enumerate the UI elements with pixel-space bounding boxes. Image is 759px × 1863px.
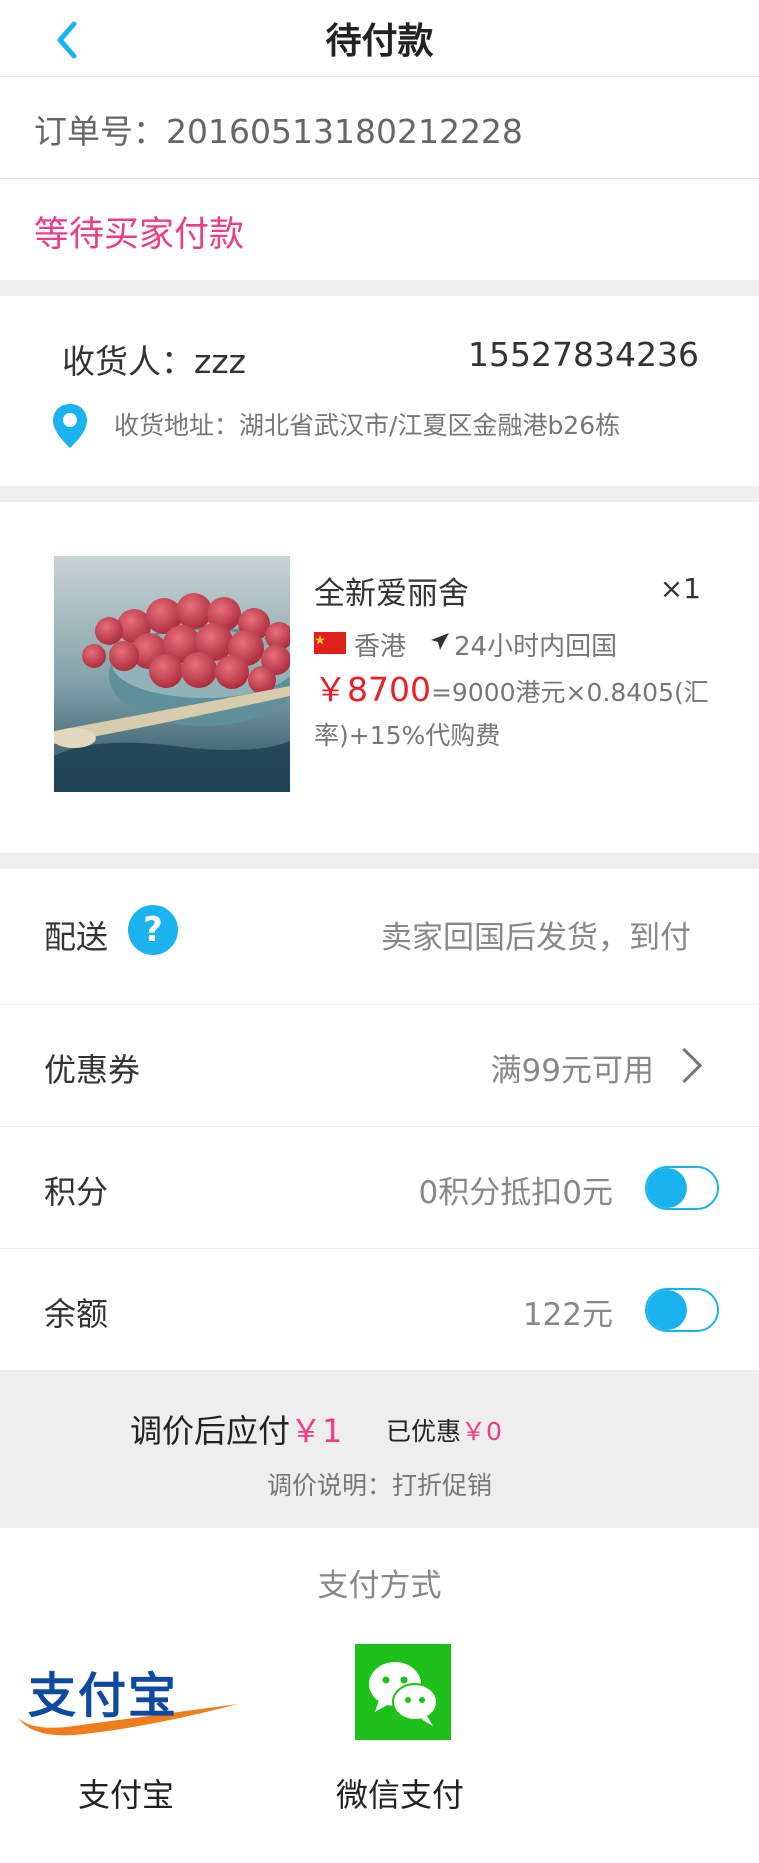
header: 待付款: [0, 0, 759, 77]
adjusted-price-panel: 调价后应付￥1 已优惠￥0 调价说明：打折促销: [0, 1370, 759, 1528]
price-currency: ￥: [314, 670, 347, 709]
coupon-value: 满99元可用: [490, 1053, 654, 1089]
points-label: 积分: [44, 1173, 109, 1211]
balance-toggle[interactable]: [645, 1288, 719, 1332]
product-name: 全新爱丽舍: [314, 576, 469, 612]
address-label: 收货地址：: [114, 411, 240, 440]
points-value: 0积分抵扣0元: [418, 1175, 613, 1211]
product-region: 香港: [354, 632, 407, 662]
divider: [0, 280, 759, 296]
discount-amount: ￥0: [461, 1417, 502, 1446]
address-card[interactable]: [0, 296, 759, 486]
location-pin-icon: [50, 402, 90, 450]
adjusted-price: ￥1: [290, 1412, 343, 1450]
points-toggle[interactable]: [645, 1166, 719, 1210]
divider: [0, 853, 759, 869]
recipient-phone: 15527834236: [468, 335, 699, 374]
balance-label: 余额: [44, 1295, 109, 1333]
toggle-knob: [647, 1290, 687, 1330]
recipient-label: 收货人：: [62, 342, 194, 381]
recipient-name: zzz: [194, 342, 246, 381]
order-number-label: 订单号：: [34, 112, 166, 151]
toggle-knob: [647, 1168, 687, 1208]
airplane-icon: [428, 630, 452, 654]
page-title: 待付款: [325, 21, 434, 62]
delivery-value: 卖家回国后发货，到付: [381, 920, 691, 956]
alipay-label[interactable]: 支付宝: [78, 1770, 174, 1816]
payment-title: 支付方式: [317, 1568, 442, 1604]
svg-text:支付宝: 支付宝: [28, 1668, 178, 1724]
product-quantity: ×1: [659, 572, 701, 605]
shipping-time: 24小时内回国: [454, 632, 618, 662]
product-price: 8700: [347, 670, 431, 709]
alipay-logo[interactable]: 支付宝: [14, 1660, 244, 1740]
delivery-label: 配送: [44, 918, 109, 956]
wechat-pay-icon[interactable]: [355, 1644, 451, 1740]
order-number: 20160513180212228: [166, 112, 523, 151]
coupon-label: 优惠券: [44, 1051, 141, 1089]
address-text: 湖北省武汉市/江夏区金融港b26栋: [239, 411, 621, 440]
wechat-pay-label[interactable]: 微信支付: [336, 1770, 464, 1816]
adjust-note: 调价说明：打折促销: [266, 1471, 492, 1500]
adjusted-price-label: 调价后应付: [130, 1412, 291, 1450]
discount-label: 已优惠: [386, 1417, 462, 1446]
order-status: 等待买家付款: [34, 215, 245, 255]
help-icon[interactable]: ?: [128, 905, 178, 955]
product-image[interactable]: [52, 556, 299, 792]
china-flag-icon: [314, 632, 346, 654]
order-number-row: 订单号：20160513180212228: [0, 77, 759, 179]
balance-value: 122元: [522, 1297, 613, 1333]
divider: [0, 486, 759, 502]
